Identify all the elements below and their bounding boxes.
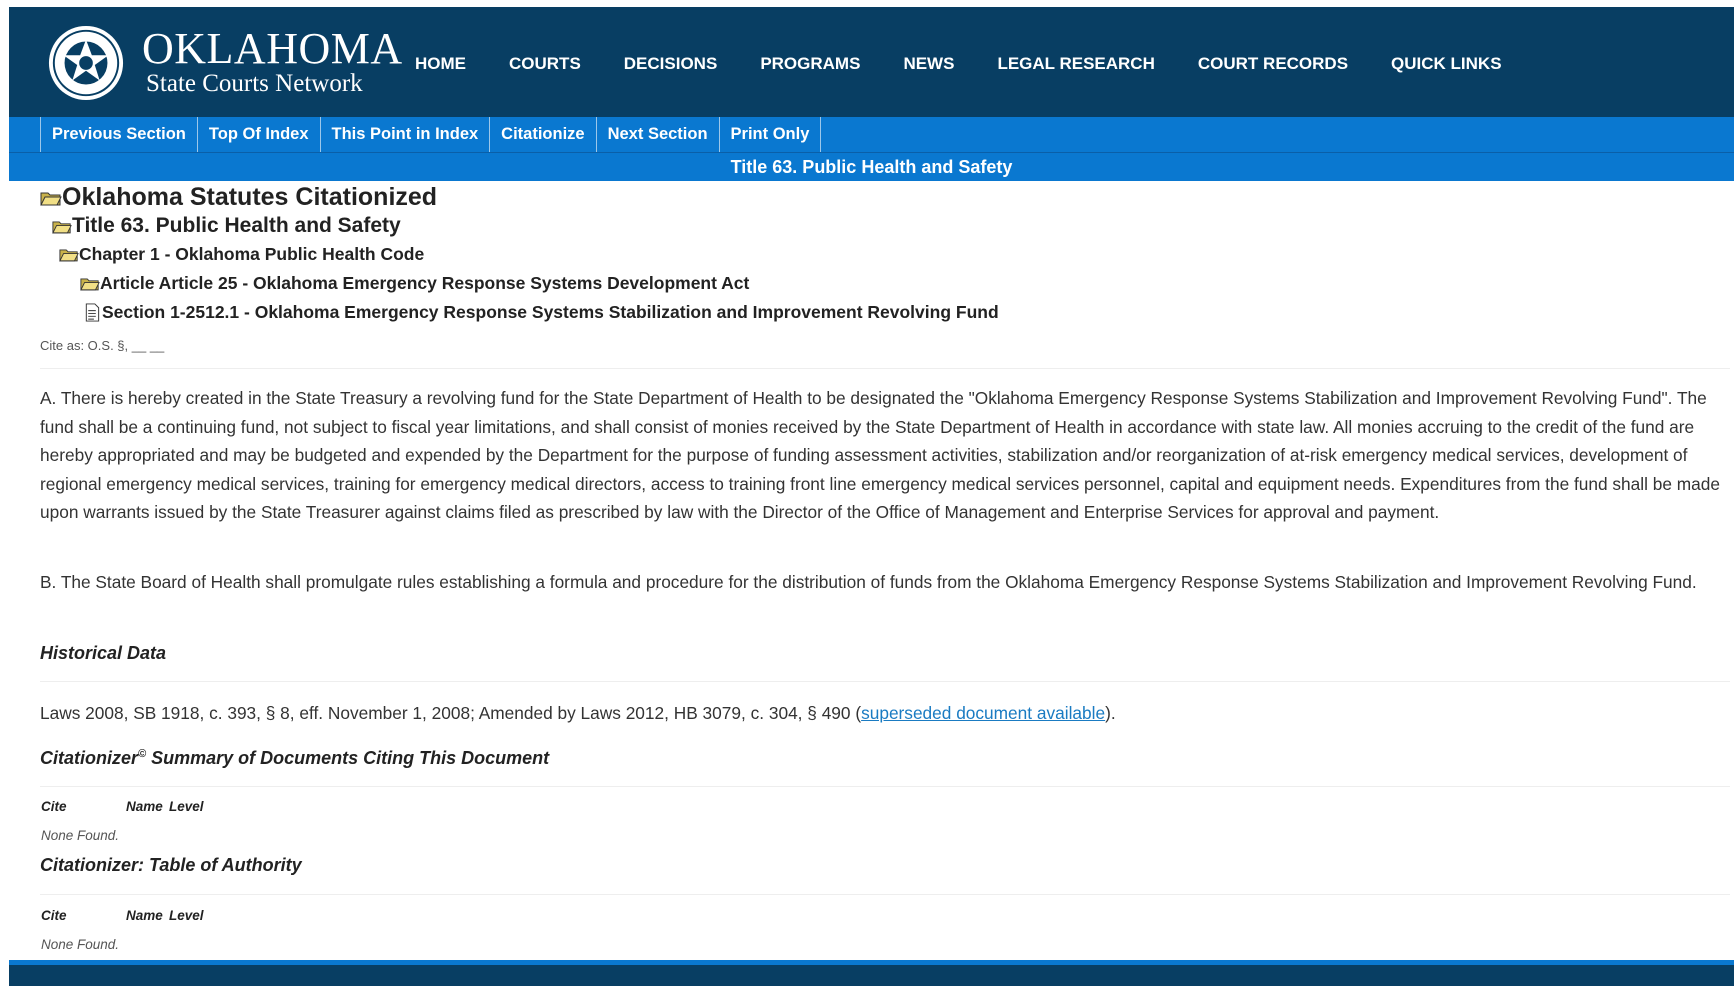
folder-open-icon: [59, 249, 79, 262]
copyright-mark: ©: [138, 748, 147, 760]
folder-open-icon: [80, 278, 100, 291]
column-header-level: Level: [169, 799, 204, 814]
main-nav: HOME COURTS DECISIONS PROGRAMS NEWS LEGA…: [415, 54, 1545, 74]
folder-open-icon: [40, 192, 62, 205]
logo-subtitle[interactable]: State Courts Network: [146, 70, 363, 98]
section-toolbar: Previous Section Top Of Index This Point…: [9, 117, 1734, 153]
site-footer: [9, 960, 1734, 986]
nav-home[interactable]: HOME: [415, 54, 466, 74]
breadcrumb-section: Section 1-2512.1 - Oklahoma Emergency Re…: [80, 302, 999, 323]
breadcrumb-chapter[interactable]: Chapter 1 - Oklahoma Public Health Code: [59, 244, 424, 265]
breadcrumb-section-label: Section 1-2512.1 - Oklahoma Emergency Re…: [102, 302, 999, 322]
next-section-button[interactable]: Next Section: [595, 117, 719, 152]
table-of-authority-heading: Citationizer: Table of Authority: [40, 855, 302, 875]
citationizer-summary-heading: Citationizer© Summary of Documents Citin…: [40, 748, 549, 769]
column-header-cite: Cite: [41, 799, 67, 814]
authority-none-found: None Found.: [41, 937, 120, 952]
breadcrumb-article-label: Article Article 25 - Oklahoma Emergency …: [100, 273, 750, 293]
citationize-button[interactable]: Citationize: [489, 117, 595, 152]
column-header-cite: Cite: [41, 908, 67, 923]
top-of-index-button[interactable]: Top Of Index: [196, 117, 320, 152]
column-header-name: Name: [126, 908, 163, 923]
section-paragraph-b: B. The State Board of Health shall promu…: [40, 572, 1697, 592]
breadcrumb-title[interactable]: Title 63. Public Health and Safety: [52, 214, 401, 238]
nav-courts[interactable]: COURTS: [509, 54, 581, 74]
nav-legal-research[interactable]: LEGAL RESEARCH: [997, 54, 1154, 74]
print-only-button[interactable]: Print Only: [718, 117, 822, 152]
column-header-level: Level: [169, 908, 204, 923]
laws-text: Laws 2008, SB 1918, c. 393, § 8, eff. No…: [40, 703, 862, 723]
citationizer-label: Citationizer: [40, 748, 139, 768]
column-header-name: Name: [126, 799, 163, 814]
historical-data-text: Laws 2008, SB 1918, c. 393, § 8, eff. No…: [40, 703, 1116, 724]
folder-open-icon: [52, 221, 72, 233]
site-header: OKLAHOMA State Courts Network HOME COURT…: [9, 7, 1734, 117]
breadcrumb-article[interactable]: Article Article 25 - Oklahoma Emergency …: [80, 273, 749, 294]
breadcrumb-title-label: Title 63. Public Health and Safety: [72, 214, 401, 237]
nav-court-records[interactable]: COURT RECORDS: [1198, 54, 1348, 74]
citing-none-found: None Found.: [41, 828, 120, 843]
section-paragraph-a: A. There is hereby created in the State …: [40, 388, 1721, 522]
superseded-document-link[interactable]: superseded document available: [861, 703, 1105, 723]
document-icon: [85, 303, 100, 322]
cite-as-text: Cite as: O.S. §, __ __: [40, 338, 165, 353]
breadcrumb-root[interactable]: Oklahoma Statutes Citationized: [40, 183, 437, 212]
divider: [40, 786, 1730, 787]
logo-title[interactable]: OKLAHOMA: [142, 25, 403, 73]
historical-data-heading: Historical Data: [40, 643, 167, 663]
previous-section-button[interactable]: Previous Section: [40, 117, 197, 152]
divider: [40, 368, 1730, 369]
breadcrumb-root-label: Oklahoma Statutes Citationized: [62, 183, 438, 211]
divider: [40, 681, 1730, 682]
this-point-in-index-button[interactable]: This Point in Index: [319, 117, 490, 152]
nav-programs[interactable]: PROGRAMS: [760, 54, 860, 74]
nav-quick-links[interactable]: QUICK LINKS: [1391, 54, 1502, 74]
citationizer-heading-rest: Summary of Documents Citing This Documen…: [146, 748, 550, 768]
nav-news[interactable]: NEWS: [903, 54, 954, 74]
breadcrumb-chapter-label: Chapter 1 - Oklahoma Public Health Code: [79, 244, 425, 264]
document-title-bar: Title 63. Public Health and Safety: [9, 153, 1734, 181]
page-left-margin: [0, 0, 9, 981]
state-seal-icon[interactable]: [47, 24, 125, 102]
nav-decisions[interactable]: DECISIONS: [624, 54, 718, 74]
divider: [40, 894, 1730, 895]
laws-text-end: ).: [1105, 703, 1116, 723]
